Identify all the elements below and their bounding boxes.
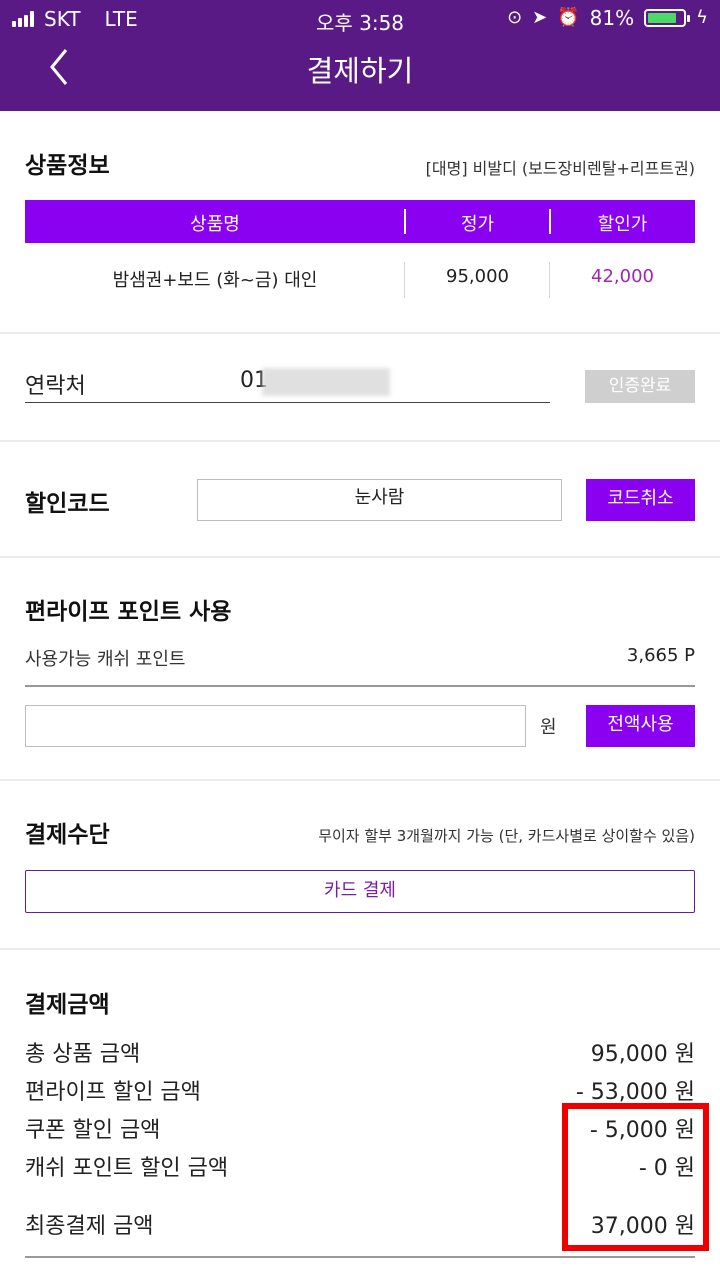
contact-label: 연락처 xyxy=(25,374,86,399)
section-divider xyxy=(0,948,720,950)
alarm-icon: ⏰ xyxy=(557,7,580,28)
column-header-price: 정가 xyxy=(460,214,495,235)
payment-method-title: 결제수단 xyxy=(25,822,110,848)
column-header-name: 상품명 xyxy=(190,214,240,235)
points-title: 편라이프 포인트 사용 xyxy=(25,599,232,625)
cancel-code-button[interactable]: 코드취소 xyxy=(586,479,695,521)
rotation-lock-icon: ⊙ xyxy=(507,7,523,28)
product-info-subtitle: [대명] 비발디 (보드장비렌탈+리프트권) xyxy=(425,159,695,178)
cash-point-discount-label: 캐쉬 포인트 할인 금액 xyxy=(25,1156,229,1181)
status-right: ⊙ ➤ ⏰ 81% ϟ xyxy=(507,6,708,30)
product-discount-price: 42,000 xyxy=(591,266,654,287)
section-divider xyxy=(0,440,720,442)
product-price: 95,000 xyxy=(446,266,509,287)
points-amount-input[interactable] xyxy=(25,705,526,747)
page-title: 결제하기 xyxy=(306,54,414,88)
total-product-value: 95,000 원 xyxy=(590,1042,695,1067)
battery-percent: 81% xyxy=(589,6,635,30)
masked-phone-number xyxy=(262,368,390,396)
use-all-points-button[interactable]: 전액사용 xyxy=(586,705,695,747)
highlight-annotation-box xyxy=(562,1103,709,1251)
available-points-value: 3,665 P xyxy=(626,645,695,666)
section-divider xyxy=(0,556,720,558)
column-header-discount: 할인가 xyxy=(597,214,648,235)
summary-divider xyxy=(25,1256,695,1258)
app-header: SKT LTE 오후 3:58 ⊙ ➤ ⏰ 81% ϟ 결제하기 xyxy=(0,0,720,111)
section-divider xyxy=(0,332,720,334)
table-row: 밤샘권+보드 (화~금) 대인 95,000 42,000 xyxy=(25,262,695,298)
payment-amount-title: 결제금액 xyxy=(25,992,110,1018)
card-payment-button[interactable]: 카드 결제 xyxy=(25,870,695,913)
product-name: 밤샘권+보드 (화~금) 대인 xyxy=(112,270,318,291)
points-unit: 원 xyxy=(540,717,557,738)
charging-icon: ϟ xyxy=(696,7,708,28)
discount-code-label: 할인코드 xyxy=(25,491,110,517)
contact-underline xyxy=(25,402,550,403)
discount-code-input[interactable]: 눈사람 xyxy=(197,479,562,521)
section-divider xyxy=(0,779,720,781)
installment-note: 무이자 할부 3개월까지 가능 (단, 카드사별로 상이할수 있음) xyxy=(318,827,695,845)
coupon-discount-label: 쿠폰 할인 금액 xyxy=(25,1118,161,1143)
available-points-label: 사용가능 캐쉬 포인트 xyxy=(25,649,186,670)
points-divider xyxy=(25,685,695,687)
product-info-title: 상품정보 xyxy=(25,153,110,179)
funlife-discount-label: 편라이프 할인 금액 xyxy=(25,1080,201,1105)
final-payment-label: 최종결제 금액 xyxy=(25,1214,154,1239)
status-bar: SKT LTE 오후 3:58 ⊙ ➤ ⏰ 81% ϟ xyxy=(0,0,720,38)
total-product-label: 총 상품 금액 xyxy=(25,1042,141,1067)
verify-complete-button[interactable]: 인증완료 xyxy=(585,370,695,403)
funlife-discount-value: - 53,000 원 xyxy=(575,1080,695,1105)
battery-icon xyxy=(644,9,691,27)
product-table-header: 상품명 정가 할인가 xyxy=(25,200,695,243)
location-icon: ➤ xyxy=(532,7,548,28)
